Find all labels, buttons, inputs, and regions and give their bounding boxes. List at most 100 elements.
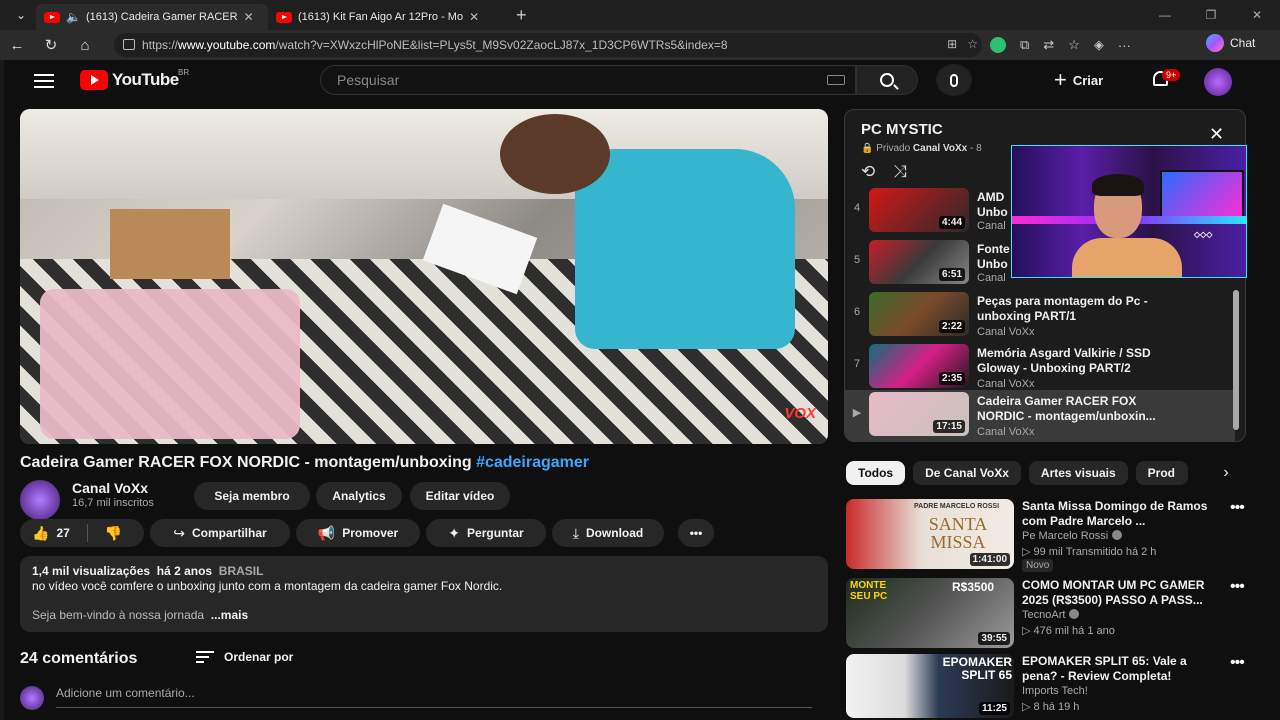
playlist-owner[interactable]: Canal VoXx — [913, 143, 967, 154]
account-avatar[interactable] — [1204, 68, 1232, 96]
playlist-item-channel: Canal VoXx — [977, 326, 1035, 338]
playlist-meta: 🔒 Privado Canal VoXx - 8 — [861, 143, 982, 154]
keyboard-icon[interactable] — [827, 75, 845, 85]
site-info-icon[interactable] — [123, 39, 135, 50]
url-host: www.youtube.com — [178, 38, 276, 52]
like-count[interactable]: 27 — [56, 526, 69, 540]
playlist-scrollbar[interactable] — [1233, 290, 1239, 430]
tab-list-chevron-icon[interactable]: ⌄ — [6, 4, 36, 26]
video-player[interactable]: VOX — [20, 109, 828, 444]
app-available-icon[interactable]: ⊞ — [947, 37, 957, 51]
playlist-privacy: Privado — [876, 143, 911, 154]
thumb-text: SANTA MISSA — [928, 514, 988, 552]
favorites-icon[interactable]: ☆ — [1068, 37, 1080, 53]
recommended-video[interactable]: PADRE MARCELO ROSSI SANTA MISSA 1:41:00 … — [846, 499, 1245, 572]
recommended-video[interactable]: EPOMAKER SPLIT 65 11:25 EPOMAKER SPLIT 6… — [846, 654, 1245, 718]
chevron-right-icon[interactable]: › — [1214, 461, 1238, 485]
ask-button[interactable]: ✦ Perguntar — [426, 519, 546, 547]
search-input[interactable]: Pesquisar — [320, 65, 856, 95]
browser-tab[interactable]: (1613) Kit Fan Aigo Ar 12Pro - Mo ✕ — [268, 4, 506, 30]
video-thumbnail: MONTE SEU PC R$3500 39:55 — [846, 578, 1014, 648]
chip-prod[interactable]: Prod — [1135, 461, 1188, 485]
playlist-item[interactable]: 7 2:35 Memória Asgard Valkirie / SSD Glow… — [845, 342, 1235, 394]
description-box[interactable]: 1,4 mil visualizações há 2 anos BRASIL n… — [20, 556, 828, 632]
thumb-text: EPOMAKER SPLIT 65 — [942, 655, 1012, 682]
back-icon[interactable]: ← — [0, 37, 34, 54]
rec-meta: ▷ 476 mil há 1 ano — [1022, 625, 1115, 637]
sort-comments-button[interactable]: Ordenar por — [196, 650, 293, 664]
more-options-icon[interactable]: ··· — [1118, 38, 1131, 53]
search-button[interactable] — [856, 65, 918, 95]
url-field[interactable]: https://www.youtube.com/watch?v=XWxzcHlP… — [114, 33, 982, 57]
video-frame-chair — [40, 289, 300, 439]
tab-title: (1613) Cadeira Gamer RACER — [85, 11, 238, 23]
new-badge: Novo — [1022, 559, 1054, 572]
dislike-icon[interactable]: 👎 — [105, 525, 122, 542]
join-button[interactable]: Seja membro — [194, 482, 310, 510]
loop-icon[interactable]: ⟲ — [861, 162, 875, 182]
plus-icon: + — [1054, 67, 1067, 92]
promote-label: Promover — [342, 526, 399, 540]
close-window-icon[interactable]: ✕ — [1234, 0, 1280, 30]
hashtag-link[interactable]: #cadeiragamer — [476, 454, 589, 471]
hamburger-menu-icon[interactable] — [34, 74, 54, 88]
minimize-icon[interactable]: — — [1142, 0, 1188, 30]
view-count: 1,4 mil visualizações — [32, 564, 151, 578]
chip-channel[interactable]: De Canal VoXx — [913, 461, 1021, 485]
playlist-thumbnail: 6:51 — [869, 240, 969, 284]
close-tab-icon[interactable]: ✕ — [244, 10, 254, 24]
extensions-puzzle-icon[interactable]: ⧉ — [1020, 37, 1029, 53]
sort-icon — [196, 651, 214, 663]
chip-visual-arts[interactable]: Artes visuais — [1028, 461, 1128, 485]
more-vert-icon[interactable]: ••• — [1230, 654, 1245, 672]
playlist-thumbnail: 2:22 — [869, 292, 969, 336]
youtube-favicon-icon — [276, 11, 292, 23]
favorite-star-icon[interactable]: ☆ — [967, 37, 978, 51]
new-tab-icon[interactable]: + — [516, 5, 527, 26]
duration: 2:35 — [938, 372, 965, 385]
copilot-chat-button[interactable]: Chat — [1206, 34, 1255, 52]
playlist-item[interactable]: 6 2:22 Peças para montagem do Pc - unboxi… — [845, 290, 1235, 342]
analytics-button[interactable]: Analytics — [316, 482, 402, 510]
shuffle-icon[interactable]: ⤨ — [893, 162, 907, 182]
like-icon[interactable]: 👍 — [32, 525, 49, 542]
edit-video-button[interactable]: Editar vídeo — [410, 482, 510, 510]
playlist-thumbnail: 17:15 — [869, 392, 969, 436]
browser-tab-active[interactable]: 🔈 (1613) Cadeira Gamer RACER ✕ — [36, 4, 268, 30]
playlist-index: 7 — [853, 358, 861, 370]
show-more-link[interactable]: ...mais — [211, 608, 248, 622]
comment-input[interactable]: Adicione um comentário... — [56, 686, 812, 708]
close-tab-icon[interactable]: ✕ — [469, 10, 479, 24]
create-label: Criar — [1072, 72, 1104, 88]
playlist-item-title: Peças para montagem do Pc - unboxing PART… — [977, 294, 1148, 323]
duration: 11:25 — [978, 702, 1010, 715]
more-vert-icon[interactable]: ••• — [1230, 499, 1245, 517]
download-button[interactable]: ⤓ Download — [552, 519, 664, 547]
ask-label: Perguntar — [467, 526, 524, 540]
youtube-page: YouTube BR Pesquisar + Criar 9+ VOX Cade… — [0, 60, 1280, 720]
more-vert-icon[interactable]: ••• — [1230, 578, 1245, 596]
playlist-item-current[interactable]: ▶ 17:15 Cadeira Gamer RACER FOX NORDIC - … — [845, 390, 1235, 441]
channel-avatar[interactable] — [20, 480, 60, 520]
channel-name[interactable]: Canal VoXx — [72, 480, 148, 496]
home-icon[interactable]: ⌂ — [68, 37, 102, 54]
playlist-title[interactable]: PC MYSTIC — [861, 121, 943, 138]
extension-green-icon[interactable] — [990, 37, 1006, 53]
speaker-icon[interactable]: 🔈 — [66, 10, 81, 24]
refresh-icon[interactable]: ↻ — [34, 36, 68, 54]
voice-search-button[interactable] — [936, 64, 972, 96]
split-screen-icon[interactable]: ⇄ — [1043, 37, 1054, 53]
share-button[interactable]: ↪ Compartilhar — [150, 519, 290, 547]
more-actions-button[interactable]: ••• — [678, 519, 714, 547]
channel-watermark[interactable]: VOX — [784, 405, 816, 422]
close-playlist-icon[interactable]: ✕ — [1209, 124, 1224, 145]
recommended-video[interactable]: MONTE SEU PC R$3500 39:55 COMO MONTAR UM… — [846, 578, 1245, 650]
create-button[interactable]: + Criar — [1054, 65, 1103, 95]
verified-icon — [1112, 530, 1123, 540]
extension-vox-icon[interactable]: ◈ — [1094, 37, 1104, 53]
chip-todos[interactable]: Todos — [846, 461, 906, 485]
playlist-controls: ⟲ ⤨ — [861, 162, 907, 182]
promote-button[interactable]: 📢 Promover — [296, 519, 420, 547]
restore-icon[interactable]: ❐ — [1188, 0, 1234, 30]
youtube-logo[interactable]: YouTube BR — [80, 68, 189, 90]
